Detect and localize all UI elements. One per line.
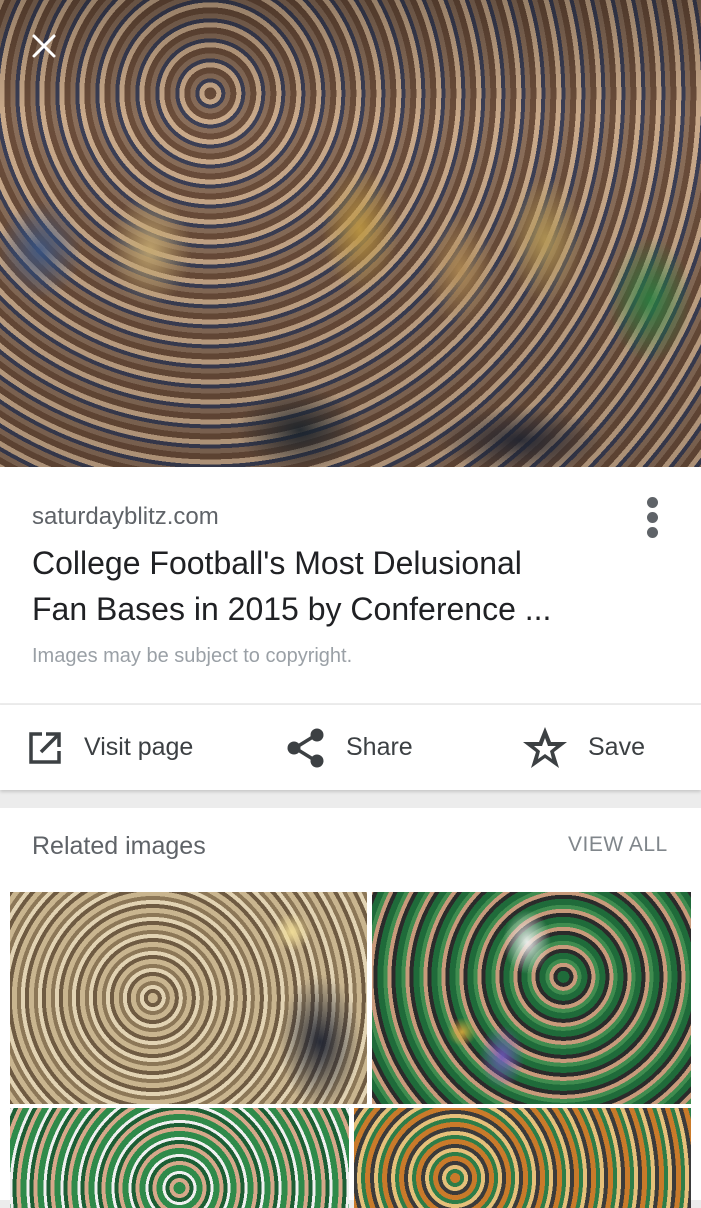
result-info-card: saturdayblitz.com College Football's Mos… (0, 467, 701, 703)
more-vert-icon[interactable] (640, 497, 664, 541)
related-image-thumbnail[interactable] (354, 1108, 691, 1208)
save-button[interactable]: Save (522, 705, 645, 790)
share-label: Share (346, 733, 413, 761)
action-bar: Visit page Share Save (0, 705, 701, 790)
source-domain[interactable]: saturdayblitz.com (32, 503, 219, 531)
related-images-section: Related images VIEW ALL (0, 808, 701, 1208)
copyright-note: Images may be subject to copyright. (32, 645, 353, 667)
hero-image[interactable] (0, 0, 701, 467)
result-title[interactable]: College Football's Most Delusional Fan B… (32, 540, 632, 632)
save-label: Save (588, 733, 645, 761)
related-image-thumbnail[interactable] (10, 1108, 349, 1208)
close-icon[interactable] (30, 32, 58, 60)
related-image-thumbnail[interactable] (372, 892, 691, 1104)
related-images-heading: Related images (32, 832, 206, 860)
share-icon (287, 728, 324, 767)
related-image-thumbnail[interactable] (10, 892, 367, 1104)
open-in-new-icon (29, 731, 61, 764)
star-icon (523, 726, 567, 768)
view-all-button[interactable]: VIEW ALL (568, 833, 668, 857)
visit-page-button[interactable]: Visit page (26, 705, 193, 790)
visit-page-label: Visit page (84, 733, 194, 761)
share-button[interactable]: Share (286, 705, 413, 790)
